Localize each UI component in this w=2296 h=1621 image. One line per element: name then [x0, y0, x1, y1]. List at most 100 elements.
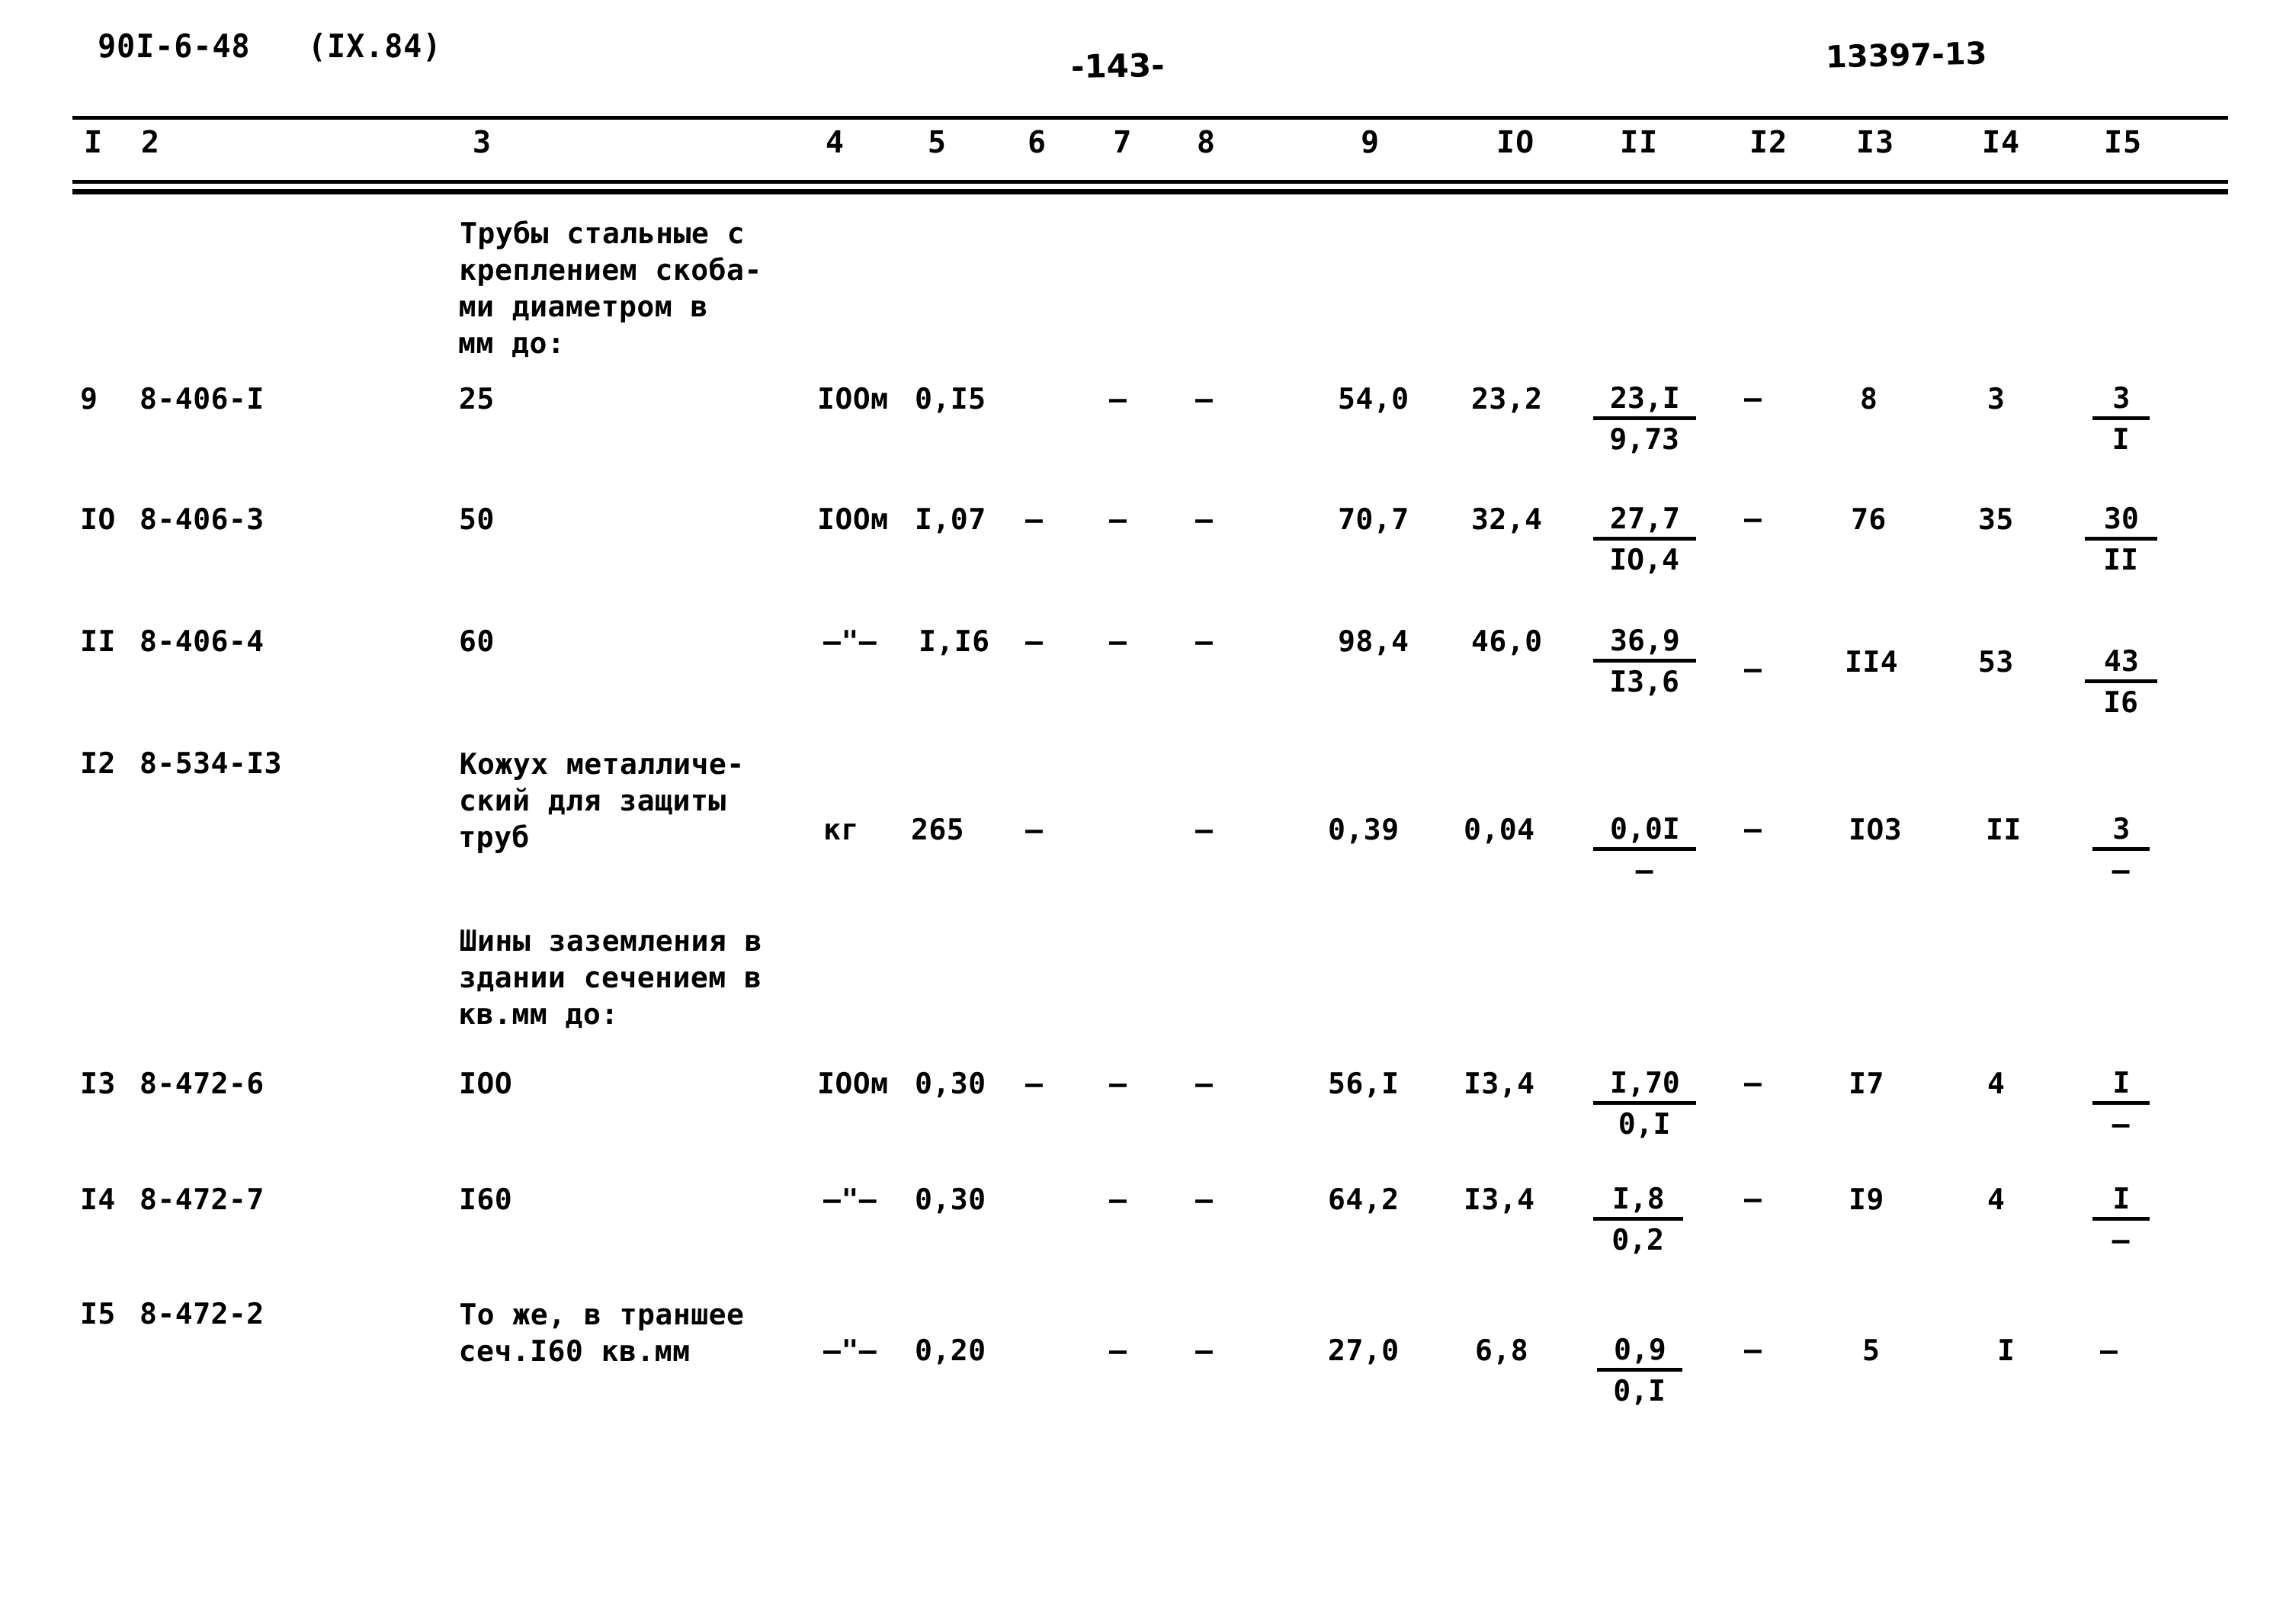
row-number: I3 — [79, 1067, 117, 1100]
row-col10: 0,04 — [1463, 813, 1535, 846]
document-code: 90I-6-48 (IX.84) — [97, 27, 442, 66]
row-col5: 265 — [910, 813, 965, 846]
row-col9: 98,4 — [1337, 624, 1409, 658]
row-col11-numerator: 0,0I — [1592, 812, 1697, 851]
row-col9: 0,39 — [1327, 813, 1400, 846]
row-col9: 70,7 — [1337, 502, 1409, 536]
row-col14: 53 — [1977, 645, 2015, 679]
archive-code: 13397-13 — [1825, 36, 1987, 75]
row-col5: 0,I5 — [914, 382, 986, 416]
row-code: 8-406-I — [139, 382, 265, 416]
row-col11-numerator: 27,7 — [1592, 502, 1697, 541]
row-col11-denominator: 0,2 — [1611, 1223, 1665, 1257]
column-header-2: 2 — [140, 125, 161, 160]
row-col13: IO3 — [1848, 813, 1903, 846]
row-col11-denominator: IO,4 — [1609, 543, 1680, 576]
row-col11-fraction: 0,0I – — [1592, 812, 1697, 888]
row-number: 9 — [79, 382, 98, 416]
row-unit: –"– — [823, 1183, 877, 1216]
row-col7: – — [1108, 1334, 1127, 1367]
column-header-7: 7 — [1112, 125, 1133, 160]
row-col10: I3,4 — [1463, 1183, 1535, 1216]
row-col14: II — [1985, 813, 2022, 846]
row-name: Кожух металличе- ский для защиты труб — [458, 747, 746, 854]
row-col12: – — [1743, 1333, 1762, 1366]
row-name: I60 — [458, 1183, 513, 1216]
row-col15-fraction: 43 I6 — [2084, 644, 2158, 720]
row-col5: 0,20 — [914, 1334, 986, 1367]
column-header-14: I4 — [1981, 125, 2021, 160]
row-col12: – — [1743, 812, 1762, 846]
row-number: I2 — [79, 746, 117, 780]
row-col8: – — [1194, 1334, 1214, 1367]
row-col15-denominator: – — [2112, 1107, 2130, 1141]
row-col9: 54,0 — [1337, 382, 1409, 416]
row-col15-denominator: II — [2102, 543, 2139, 576]
row-col12: – — [1743, 652, 1762, 685]
row-col15-numerator: 3 — [2092, 812, 2150, 851]
column-header-8: 8 — [1196, 125, 1217, 160]
row-col15-denominator: I6 — [2102, 685, 2139, 719]
row-name: 60 — [458, 624, 495, 658]
row-col15-denominator: I — [2112, 422, 2130, 456]
row-col11-numerator: 0,9 — [1596, 1333, 1683, 1372]
row-col11-fraction: 27,7 IO,4 — [1592, 502, 1697, 577]
column-header-3: 3 — [472, 125, 492, 160]
row-col7: – — [1108, 382, 1127, 416]
row-col9: 27,0 — [1327, 1334, 1400, 1367]
row-unit: IOOм — [816, 382, 889, 416]
column-header-9: 9 — [1360, 125, 1380, 160]
column-header-12: I2 — [1749, 125, 1788, 160]
row-unit: IOOм — [816, 1067, 889, 1100]
row-col13: 5 — [1861, 1334, 1881, 1367]
row-col14: 3 — [1987, 382, 2006, 416]
row-col13: I7 — [1848, 1067, 1885, 1100]
row-col15: – — [2099, 1334, 2118, 1367]
scanned-document-page: 90I-6-48 (IX.84) -143- 13397-13 I 2 3 4 … — [0, 0, 2296, 1621]
row-name: 25 — [458, 382, 495, 416]
row-col6: – — [1025, 813, 1044, 846]
row-col11-numerator: I,8 — [1592, 1182, 1684, 1221]
row-col8: – — [1194, 813, 1214, 846]
row-col10: 23,2 — [1470, 382, 1543, 416]
row-col6: – — [1025, 624, 1044, 658]
row-col7: – — [1108, 1183, 1127, 1216]
row-col5: I,I6 — [918, 624, 990, 658]
row-col5: 0,30 — [914, 1067, 986, 1100]
row-col11-denominator: 9,73 — [1609, 422, 1680, 456]
row-col15-denominator: – — [2112, 1223, 2130, 1257]
row-col8: – — [1194, 502, 1214, 536]
row-col11-fraction: 36,9 I3,6 — [1592, 624, 1697, 699]
column-header-6: 6 — [1027, 125, 1047, 160]
row-col15-fraction: 3 I — [2092, 381, 2150, 457]
row-name: То же, в траншее сеч.I60 кв.мм — [458, 1298, 745, 1368]
row-col12: – — [1743, 1182, 1762, 1215]
row-col8: – — [1194, 624, 1214, 658]
column-header-10: IO — [1496, 125, 1535, 160]
row-col15-fraction: 30 II — [2084, 502, 2158, 577]
row-col11-numerator: 23,I — [1592, 381, 1697, 420]
row-col7: – — [1108, 624, 1127, 658]
row-number: IO — [79, 502, 117, 536]
row-col8: – — [1194, 1067, 1214, 1100]
row-code: 8-406-3 — [139, 502, 265, 536]
row-col13: 8 — [1859, 382, 1878, 416]
column-header-5: 5 — [927, 125, 948, 160]
row-col15-fraction: I – — [2092, 1182, 2150, 1257]
row-col12: – — [1743, 381, 1762, 415]
row-col15-numerator: 30 — [2084, 502, 2158, 541]
row-col15-numerator: I — [2092, 1066, 2150, 1105]
row-col8: – — [1194, 1183, 1214, 1216]
row-col10: 46,0 — [1470, 624, 1543, 658]
row-col11-fraction: I,70 0,I — [1592, 1066, 1697, 1141]
row-col6: – — [1025, 1067, 1044, 1100]
row-name: 50 — [458, 502, 495, 536]
row-col15-denominator: – — [2112, 853, 2130, 887]
row-code: 8-472-7 — [139, 1183, 265, 1216]
row-col11-fraction: I,8 0,2 — [1592, 1182, 1684, 1257]
row-unit: –"– — [823, 624, 877, 658]
row-col7: – — [1108, 1067, 1127, 1100]
row-col14: I — [1996, 1334, 2015, 1367]
group-heading-pipes: Трубы стальные с креплением скоба- ми ди… — [457, 217, 763, 360]
row-col10: I3,4 — [1463, 1067, 1535, 1100]
